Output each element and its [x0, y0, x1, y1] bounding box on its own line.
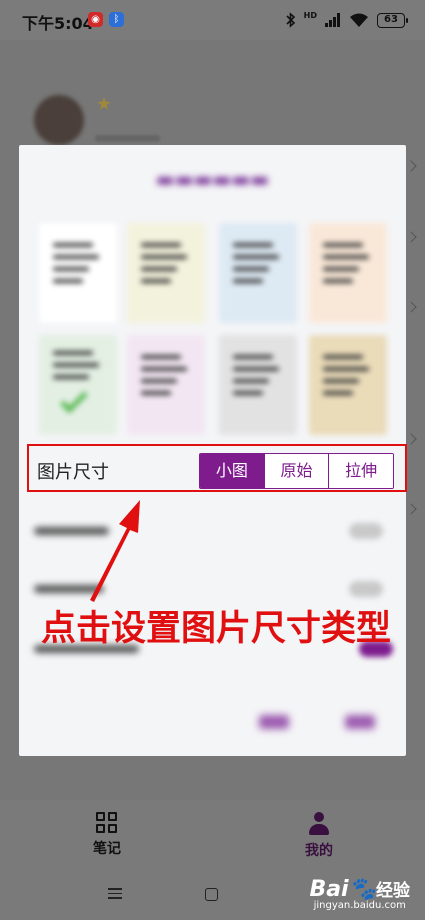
annotation-text: 点击设置图片尺寸类型: [41, 609, 392, 649]
annotation-arrow: [90, 500, 140, 602]
